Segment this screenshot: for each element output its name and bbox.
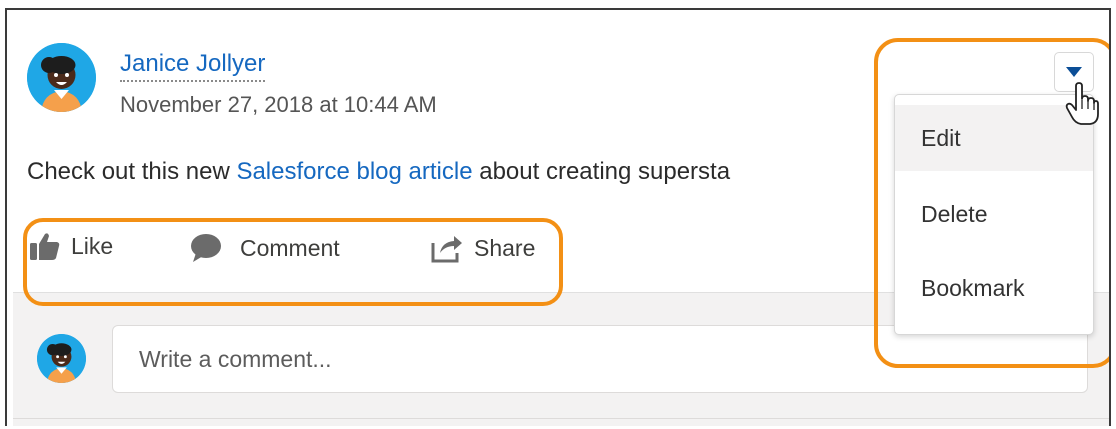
post-menu-button[interactable] <box>1054 52 1094 92</box>
chevron-down-icon <box>1066 67 1082 77</box>
share-button[interactable]: Share <box>430 233 535 263</box>
menu-item-delete[interactable]: Delete <box>895 181 1093 247</box>
comment-bubble-icon <box>191 234 221 262</box>
post-body-suffix: about creating supersta <box>472 158 731 185</box>
blog-article-link[interactable]: Salesforce blog article <box>236 158 472 185</box>
author-avatar[interactable] <box>27 43 96 112</box>
share-icon <box>431 236 462 263</box>
author-name-link[interactable]: Janice Jollyer <box>120 50 266 82</box>
post-body: Check out this new Salesforce blog artic… <box>27 157 887 187</box>
like-thumbs-up-icon <box>30 233 60 260</box>
post-actions-dropdown: Edit Delete Bookmark <box>894 94 1094 335</box>
like-label: Like <box>71 232 114 259</box>
feed-post-card: Janice Jollyer November 27, 2018 at 10:4… <box>5 8 1111 426</box>
commenter-avatar-image <box>37 334 86 383</box>
author-avatar-image <box>27 43 96 112</box>
post-timestamp: November 27, 2018 at 10:44 AM <box>120 92 437 117</box>
menu-item-edit[interactable]: Edit <box>895 105 1093 171</box>
like-button[interactable]: Like <box>29 231 113 261</box>
post-body-prefix: Check out this new <box>27 158 237 185</box>
commenter-avatar <box>37 334 86 383</box>
menu-item-bookmark[interactable]: Bookmark <box>895 255 1093 321</box>
share-label: Share <box>474 234 536 261</box>
comment-button[interactable]: Comment <box>190 233 340 263</box>
post-action-bar: Like Comment Share <box>7 225 587 275</box>
composer-divider <box>13 418 1109 419</box>
comment-label: Comment <box>240 234 340 261</box>
comment-input[interactable] <box>112 325 1088 393</box>
